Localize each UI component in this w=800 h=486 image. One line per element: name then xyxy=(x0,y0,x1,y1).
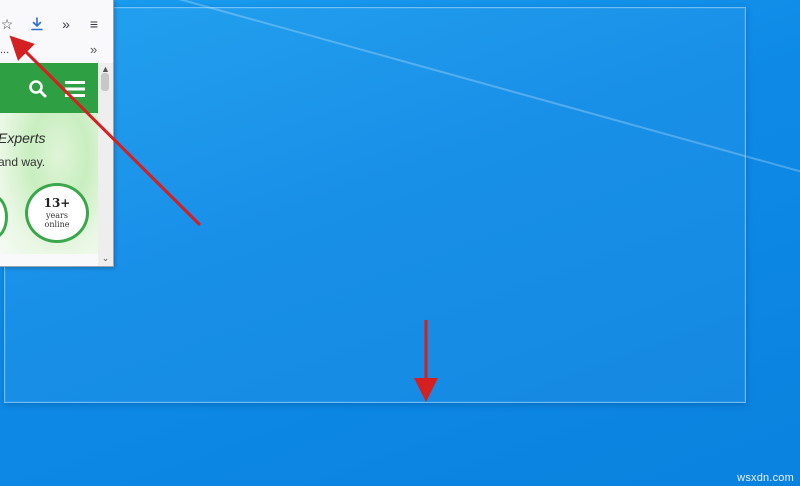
browser-toolbar: ☆ » ≡ xyxy=(0,0,113,46)
badge-number: 13+ xyxy=(43,196,71,210)
site-header xyxy=(0,63,98,113)
star-icon[interactable]: ☆ xyxy=(0,14,17,34)
snap-layout-window-frame xyxy=(4,7,746,403)
scroll-down-icon[interactable]: ⌄ xyxy=(98,252,113,264)
chevrons-right-icon[interactable]: » xyxy=(56,14,76,34)
badge-line2: online xyxy=(44,220,70,229)
scrollbar-thumb[interactable] xyxy=(101,73,109,91)
browser-window[interactable]: ☆ » ≡ ... » Experts and way. 13+ years o… xyxy=(0,0,114,267)
page-scrollbar[interactable]: ▲ ⌄ xyxy=(98,63,113,266)
menu-icon[interactable] xyxy=(64,80,86,98)
badge-line1: years xyxy=(46,211,68,220)
hamburger-menu-icon[interactable]: ≡ xyxy=(84,14,104,34)
download-icon[interactable] xyxy=(27,14,47,34)
web-page-content: Experts and way. 13+ years online xyxy=(0,63,98,254)
watermark: wsxdn.com xyxy=(737,472,794,484)
years-online-badge: 13+ years online xyxy=(25,183,89,243)
search-icon[interactable] xyxy=(28,79,48,99)
hero-subtext: and way. xyxy=(0,155,46,169)
bookmarks-bar-item[interactable]: ... xyxy=(0,44,9,56)
bookmarks-overflow-icon[interactable]: » xyxy=(90,42,97,57)
hero-heading: Experts xyxy=(0,130,46,146)
badge-text: years online xyxy=(28,211,86,229)
